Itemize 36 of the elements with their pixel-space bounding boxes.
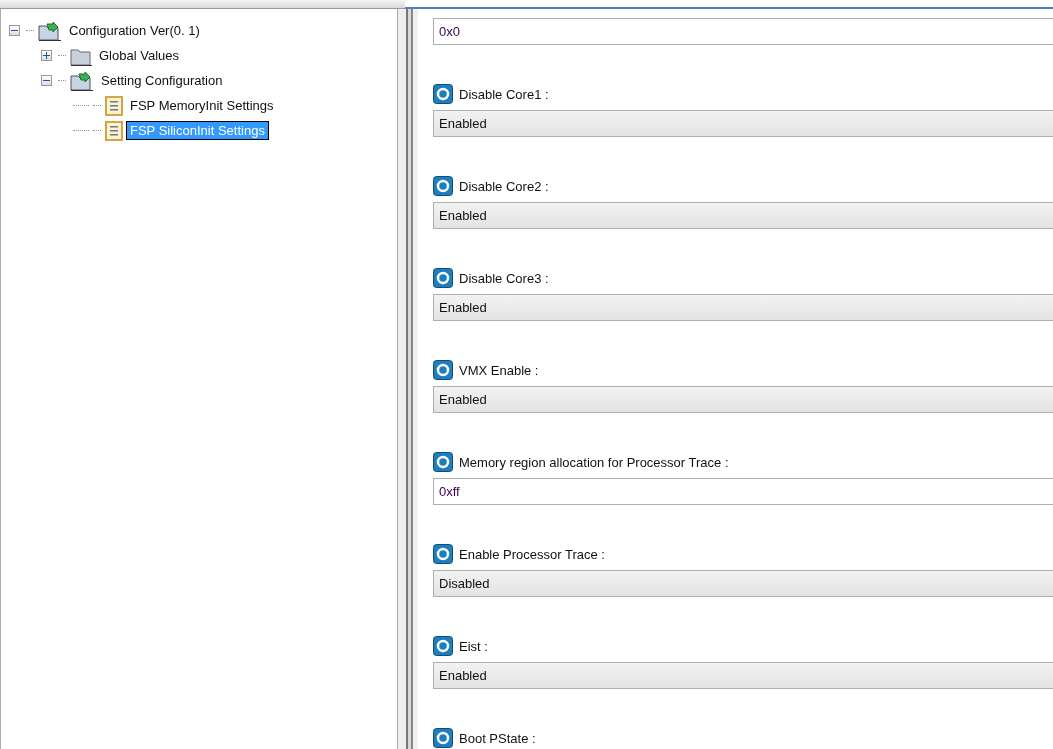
- info-icon: [433, 268, 453, 288]
- setting-label: Memory region allocation for Processor Trace :: [459, 454, 729, 470]
- input-field[interactable]: 0xff: [433, 478, 1053, 505]
- setting-label: Disable Core1 :: [459, 86, 549, 102]
- setting-label: VMX Enable :: [459, 362, 539, 378]
- folder-arrow-icon: [38, 20, 62, 41]
- tree-item[interactable]: Configuration Ver(0. 1): [66, 22, 203, 39]
- input-field[interactable]: 0x0: [433, 18, 1053, 45]
- tree-item[interactable]: FSP MemoryInit Settings: [127, 97, 277, 114]
- dropdown[interactable]: Enabled: [433, 662, 1053, 689]
- setting-label: Disable Core3 :: [459, 270, 549, 286]
- setting-label: Boot PState :: [459, 730, 536, 746]
- dropdown[interactable]: Enabled: [433, 294, 1053, 321]
- info-icon: [433, 176, 453, 196]
- collapse-icon[interactable]: [41, 75, 52, 86]
- info-icon: [433, 84, 453, 104]
- dropdown[interactable]: Enabled: [433, 202, 1053, 229]
- dropdown[interactable]: Enabled: [433, 386, 1053, 413]
- expand-icon[interactable]: [41, 50, 52, 61]
- info-icon: [433, 636, 453, 656]
- document-icon: [105, 95, 123, 116]
- setting-label: Enable Processor Trace :: [459, 546, 605, 562]
- setting-label: Eist :: [459, 638, 488, 654]
- info-icon: [433, 360, 453, 380]
- tree-item[interactable]: Global Values: [96, 47, 182, 64]
- dropdown[interactable]: Disabled: [433, 570, 1053, 597]
- tree-item[interactable]: Setting Configuration: [98, 72, 226, 89]
- folder-arrow-icon: [70, 70, 94, 91]
- info-icon: [433, 452, 453, 472]
- info-icon: [433, 728, 453, 748]
- dropdown[interactable]: Enabled: [433, 110, 1053, 137]
- collapse-icon[interactable]: [9, 25, 20, 36]
- document-icon: [105, 120, 123, 141]
- info-icon: [433, 544, 453, 564]
- setting-label: Disable Core2 :: [459, 178, 549, 194]
- splitter[interactable]: [398, 9, 418, 749]
